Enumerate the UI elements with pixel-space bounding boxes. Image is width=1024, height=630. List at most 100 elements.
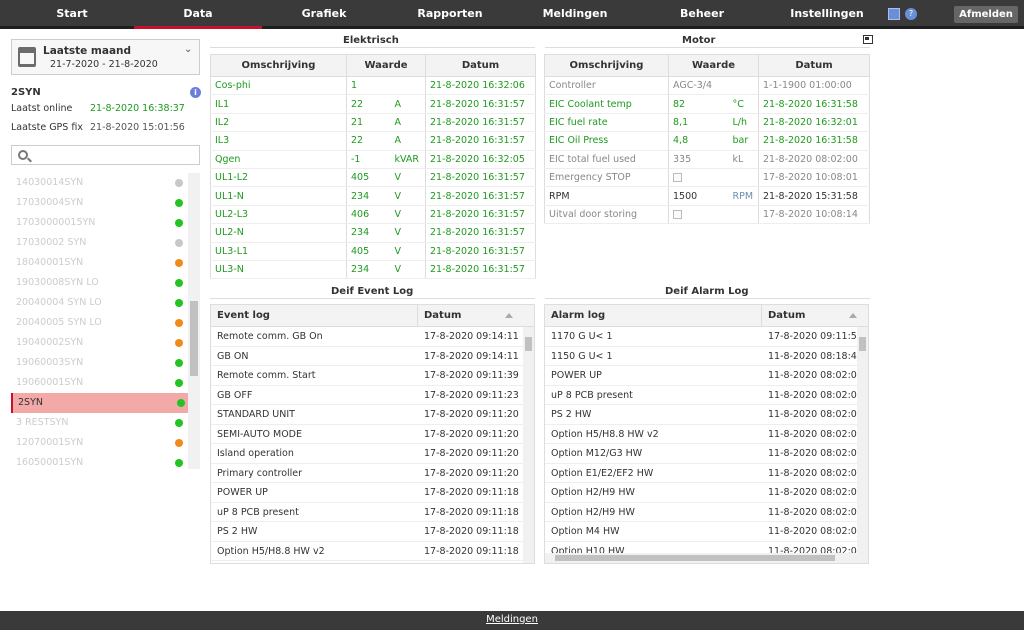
cell-date: 17-8-2020 09:11:20 bbox=[424, 428, 519, 440]
cell-unit: bar bbox=[728, 131, 759, 151]
scrollbar-thumb[interactable] bbox=[190, 301, 198, 376]
cell-unit: L/h bbox=[728, 113, 759, 133]
cell-date: 17-8-2020 09:11:23 bbox=[424, 389, 519, 401]
cell-date: 21-8-2020 16:31:57 bbox=[425, 260, 536, 280]
sort-ascending-icon[interactable] bbox=[849, 313, 857, 318]
table-row[interactable]: POWER UP 11-8-2020 08:02:07 bbox=[545, 366, 863, 386]
device-list-item[interactable]: 17030004SYN bbox=[11, 193, 188, 213]
table-row[interactable]: Option H2/H9 HW 11-8-2020 08:02:07 bbox=[545, 483, 863, 503]
device-list-item[interactable]: 19030008SYN LO bbox=[11, 273, 188, 293]
nav-meldingen[interactable]: Meldingen bbox=[535, 0, 615, 29]
help-icon[interactable]: ? bbox=[905, 8, 917, 20]
table-row[interactable]: PS 2 HW 17-8-2020 09:11:18 bbox=[211, 522, 523, 542]
cell-name: Uitval door storing bbox=[544, 205, 669, 225]
table-row[interactable]: 1170 G U< 1 17-8-2020 09:11:59 bbox=[545, 327, 863, 347]
table-row[interactable]: Option H2/H9 HW 11-8-2020 08:02:07 bbox=[545, 503, 863, 522]
column-header[interactable]: Datum bbox=[425, 54, 536, 77]
column-header[interactable]: Datum bbox=[424, 305, 461, 327]
device-list-item[interactable]: 12070001SYN bbox=[11, 433, 188, 453]
table-row[interactable]: uP 8 PCB present 11-8-2020 08:02:07 bbox=[545, 386, 863, 405]
table-row[interactable]: SEMI-AUTO MODE 17-8-2020 09:11:20 bbox=[211, 425, 523, 444]
device-list-item[interactable]: 20040004 SYN LO bbox=[11, 293, 188, 313]
table-row: IL1 22 A 21-8-2020 16:31:57 bbox=[210, 94, 536, 114]
table-row[interactable]: Remote comm. GB On 17-8-2020 09:14:11 bbox=[211, 327, 523, 347]
table-row: UL3-L1 405 V 21-8-2020 16:31:57 bbox=[210, 242, 536, 261]
table-row[interactable]: uP 8 PCB present 17-8-2020 09:11:18 bbox=[211, 503, 523, 522]
device-list-item[interactable]: 19040002SYN bbox=[11, 333, 188, 353]
table-row[interactable]: Option M4 HW 11-8-2020 08:02:07 bbox=[545, 522, 863, 542]
nav-instellingen[interactable]: Instellingen bbox=[782, 0, 872, 29]
cell-unit: V bbox=[390, 186, 426, 206]
cell-value: 234 bbox=[346, 186, 391, 206]
alarm-log-scrollbar[interactable] bbox=[857, 327, 868, 553]
sort-ascending-icon[interactable] bbox=[505, 313, 513, 318]
nav-rapporten[interactable]: Rapporten bbox=[408, 0, 492, 29]
device-search-input[interactable] bbox=[11, 145, 200, 165]
scrollbar-thumb[interactable] bbox=[525, 337, 532, 351]
table-row[interactable]: GB ON 17-8-2020 09:14:11 bbox=[211, 347, 523, 366]
column-header[interactable]: Waarde bbox=[345, 54, 426, 77]
status-dot bbox=[175, 259, 183, 267]
column-header[interactable]: Omschrijving bbox=[544, 54, 669, 77]
column-header[interactable]: Event log bbox=[217, 305, 270, 327]
nav-beheer[interactable]: Beheer bbox=[670, 0, 734, 29]
cell-date: 17-8-2020 09:11:59 bbox=[768, 331, 863, 342]
device-list-item[interactable]: 16050001SYN bbox=[11, 453, 188, 469]
device-list-item[interactable]: 3 RESTSYN bbox=[11, 413, 188, 433]
table-row[interactable]: Remote comm. Start 17-8-2020 09:11:39 bbox=[211, 366, 523, 386]
status-dot bbox=[175, 419, 183, 427]
cell-unit: V bbox=[390, 260, 426, 280]
column-header[interactable]: Alarm log bbox=[551, 305, 605, 327]
device-list-scrollbar[interactable] bbox=[188, 173, 200, 469]
table-row[interactable]: Option H5/H8.8 HW v2 11-8-2020 08:02:07 bbox=[545, 425, 863, 444]
cell-name: Emergency STOP bbox=[544, 168, 669, 188]
event-log-scrollbar[interactable] bbox=[523, 327, 534, 563]
device-list-item[interactable]: 20040005 SYN LO bbox=[11, 313, 188, 333]
period-selector[interactable]: Laatste maand 21-7-2020 - 21-8-2020 ⌄ bbox=[11, 39, 200, 75]
table-row[interactable]: STANDARD UNIT 17-8-2020 09:11:20 bbox=[211, 405, 523, 425]
device-list-item[interactable]: 18040001SYN bbox=[11, 253, 188, 273]
cell-name: Qgen bbox=[210, 150, 347, 169]
table-row[interactable]: POWER UP 17-8-2020 09:11:18 bbox=[211, 483, 523, 503]
cell-unit bbox=[390, 76, 426, 96]
scrollbar-thumb[interactable] bbox=[555, 555, 835, 561]
table-row[interactable]: Option M12/G3 HW 11-8-2020 08:02:07 bbox=[545, 444, 863, 464]
device-list-item[interactable]: 19060003SYN bbox=[11, 353, 188, 373]
column-header[interactable]: Datum bbox=[758, 54, 870, 77]
checkbox[interactable] bbox=[673, 173, 682, 183]
column-header[interactable]: Waarde bbox=[667, 54, 759, 77]
cell-date: 21-8-2020 16:31:57 bbox=[425, 223, 536, 243]
table-row[interactable]: Option H5/H8.8 HW v2 17-8-2020 09:11:18 bbox=[211, 542, 523, 561]
cell-name: UL3-N bbox=[210, 260, 347, 280]
cell-date: 11-8-2020 08:02:07 bbox=[768, 389, 863, 401]
nav-start[interactable]: Start bbox=[40, 0, 104, 29]
device-list-item[interactable]: 17030000015YN bbox=[11, 213, 188, 233]
table-row[interactable]: Option E1/E2/EF2 HW 11-8-2020 08:02:07 bbox=[545, 464, 863, 483]
nav-data[interactable]: Data bbox=[134, 0, 262, 29]
device-item-label: 17030000015YN bbox=[16, 217, 96, 228]
cell-event: Option H2/H9 HW bbox=[551, 487, 635, 498]
fullscreen-icon[interactable] bbox=[863, 35, 873, 44]
column-header[interactable]: Omschrijving bbox=[210, 54, 347, 77]
table-row[interactable]: Island operation 17-8-2020 09:11:20 bbox=[211, 444, 523, 464]
table-row[interactable]: PS 2 HW 11-8-2020 08:02:07 bbox=[545, 405, 863, 425]
device-list-item[interactable]: 17030002 SYN bbox=[11, 233, 188, 253]
device-list-item[interactable]: 2SYN bbox=[11, 393, 188, 413]
nav-grafiek[interactable]: Grafiek bbox=[292, 0, 356, 29]
footer-meldingen-link[interactable]: Meldingen bbox=[486, 614, 538, 625]
device-list-item[interactable]: 19060001SYN bbox=[11, 373, 188, 393]
table-row: EIC fuel rate 8,1 L/h 21-8-2020 16:32:01 bbox=[544, 113, 870, 133]
scrollbar-thumb[interactable] bbox=[859, 337, 866, 351]
info-icon[interactable]: i bbox=[190, 87, 201, 98]
device-item-label: 19060001SYN bbox=[16, 377, 84, 388]
column-header[interactable]: Datum bbox=[768, 305, 805, 327]
table-row[interactable]: Primary controller 17-8-2020 09:11:20 bbox=[211, 464, 523, 483]
table-row[interactable]: GB OFF 17-8-2020 09:11:23 bbox=[211, 386, 523, 405]
cell-date: 17-8-2020 09:11:18 bbox=[424, 526, 519, 537]
checkbox[interactable] bbox=[673, 209, 682, 219]
language-icon[interactable] bbox=[888, 8, 900, 20]
logout-button[interactable]: Afmelden bbox=[954, 6, 1018, 23]
alarm-log-hscrollbar[interactable] bbox=[545, 553, 868, 563]
device-list-item[interactable]: 14030014SYN bbox=[11, 173, 188, 193]
table-row[interactable]: 1150 G U< 1 11-8-2020 08:18:40 bbox=[545, 347, 863, 366]
